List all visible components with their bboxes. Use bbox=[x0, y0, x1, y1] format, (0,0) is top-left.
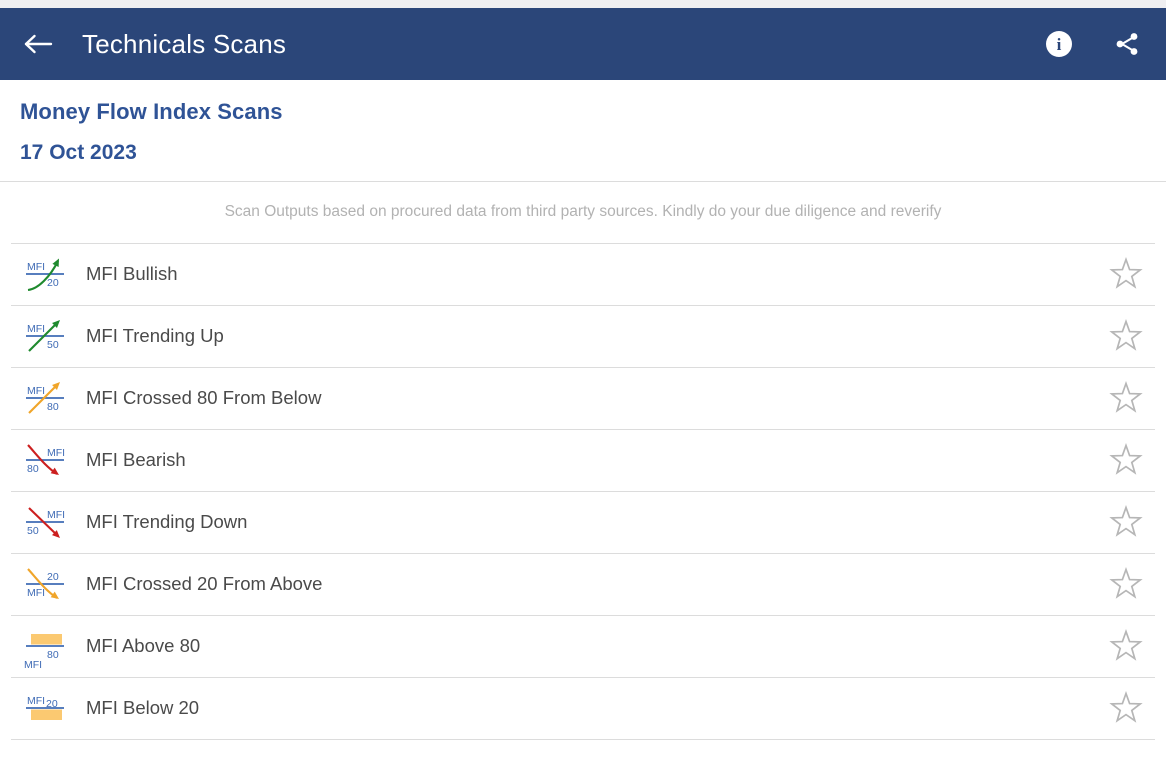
disclaimer-text: Scan Outputs based on procured data from… bbox=[224, 203, 942, 221]
scan-row[interactable]: MFI 80 MFI Crossed 80 From Below bbox=[0, 367, 1166, 429]
svg-text:20: 20 bbox=[47, 571, 59, 583]
svg-text:50: 50 bbox=[47, 339, 59, 351]
star-icon bbox=[1109, 505, 1143, 537]
mfi-crossed-20-from-above-icon: 20 MFI bbox=[20, 561, 78, 607]
share-icon bbox=[1116, 33, 1138, 55]
arrow-left-icon bbox=[24, 34, 53, 54]
page-title: Technicals Scans bbox=[82, 28, 287, 59]
star-icon bbox=[1109, 381, 1143, 413]
svg-text:80: 80 bbox=[47, 649, 59, 661]
mfi-trending-up-icon: MFI 50 bbox=[20, 313, 78, 359]
favorite-toggle[interactable] bbox=[1106, 567, 1146, 601]
svg-text:MFI: MFI bbox=[27, 587, 45, 599]
scan-row-label: MFI Above 80 bbox=[86, 635, 201, 657]
back-button[interactable] bbox=[18, 24, 58, 64]
scan-row[interactable]: MFI 50 MFI Trending Down bbox=[0, 491, 1166, 553]
svg-text:MFI: MFI bbox=[27, 695, 45, 707]
scan-row-label: MFI Trending Down bbox=[86, 511, 248, 533]
scan-row[interactable]: MFI 80 MFI Bearish bbox=[0, 429, 1166, 491]
bottom-filler bbox=[0, 739, 1166, 760]
scan-row[interactable]: MFI 20 MFI Bullish bbox=[0, 243, 1166, 305]
scan-row-label: MFI Bearish bbox=[86, 449, 186, 471]
svg-text:MFI: MFI bbox=[27, 261, 45, 273]
scan-row[interactable]: 80 MFI MFI Above 80 bbox=[0, 615, 1166, 677]
favorite-toggle[interactable] bbox=[1106, 629, 1146, 663]
star-icon bbox=[1109, 443, 1143, 475]
scan-row[interactable]: 20 MFI MFI Crossed 20 From Above bbox=[0, 553, 1166, 615]
svg-text:20: 20 bbox=[47, 277, 59, 289]
app-bar: Technicals Scans i bbox=[0, 8, 1166, 80]
svg-text:MFI: MFI bbox=[47, 447, 65, 459]
app-bar-actions: i bbox=[1042, 27, 1144, 61]
scan-date: 17 Oct 2023 bbox=[20, 140, 137, 164]
svg-text:MFI: MFI bbox=[27, 385, 45, 397]
scan-list: MFI 20 MFI Bullish MFI 50 MFI Trending Up MFI 8… bbox=[0, 243, 1166, 740]
mfi-bearish-icon: MFI 80 bbox=[20, 437, 78, 483]
svg-text:80: 80 bbox=[27, 463, 39, 475]
svg-text:20: 20 bbox=[46, 698, 58, 710]
heading-block: Money Flow Index Scans 17 Oct 2023 bbox=[0, 80, 1166, 181]
scan-row[interactable]: MFI 20 MFI Below 20 bbox=[0, 677, 1166, 739]
scan-row-label: MFI Below 20 bbox=[86, 697, 200, 719]
scan-row[interactable]: MFI 50 MFI Trending Up bbox=[0, 305, 1166, 367]
scan-row-label: MFI Trending Up bbox=[86, 325, 224, 347]
share-button[interactable] bbox=[1110, 27, 1144, 61]
svg-text:80: 80 bbox=[47, 401, 59, 413]
scan-row-label: MFI Crossed 80 From Below bbox=[86, 387, 322, 409]
mfi-trending-down-icon: MFI 50 bbox=[20, 499, 78, 545]
favorite-toggle[interactable] bbox=[1106, 381, 1146, 415]
star-icon bbox=[1109, 567, 1143, 599]
favorite-toggle[interactable] bbox=[1106, 443, 1146, 477]
star-icon bbox=[1109, 319, 1143, 351]
svg-text:50: 50 bbox=[27, 525, 39, 537]
scan-row-label: MFI Bullish bbox=[86, 263, 178, 285]
scan-row-label: MFI Crossed 20 From Above bbox=[86, 573, 323, 595]
favorite-toggle[interactable] bbox=[1106, 257, 1146, 291]
star-icon bbox=[1109, 629, 1143, 661]
svg-text:MFI: MFI bbox=[24, 659, 42, 669]
system-status-strip bbox=[0, 0, 1166, 8]
mfi-above-80-icon: 80 MFI bbox=[20, 623, 78, 669]
svg-text:MFI: MFI bbox=[47, 509, 65, 521]
favorite-toggle[interactable] bbox=[1106, 505, 1146, 539]
star-icon bbox=[1109, 691, 1143, 723]
mfi-crossed-80-from-below-icon: MFI 80 bbox=[20, 375, 78, 421]
disclaimer-band: Scan Outputs based on procured data from… bbox=[0, 181, 1166, 243]
favorite-toggle[interactable] bbox=[1106, 691, 1146, 725]
mfi-below-20-icon: MFI 20 bbox=[20, 685, 78, 731]
info-button[interactable]: i bbox=[1042, 27, 1076, 61]
info-icon: i bbox=[1046, 31, 1072, 57]
star-icon bbox=[1109, 257, 1143, 289]
mfi-bullish-icon: MFI 20 bbox=[20, 251, 78, 297]
favorite-toggle[interactable] bbox=[1106, 319, 1146, 353]
scan-category-title: Money Flow Index Scans bbox=[20, 99, 283, 124]
svg-text:MFI: MFI bbox=[27, 323, 45, 335]
